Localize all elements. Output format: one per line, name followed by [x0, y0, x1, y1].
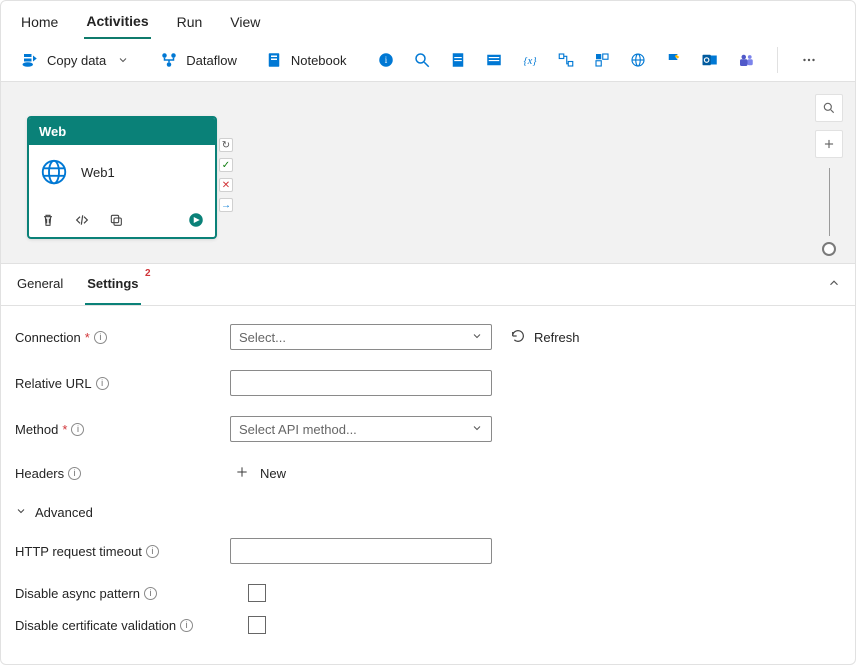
timeout-label: HTTP request timeout	[15, 544, 142, 559]
disable-async-label: Disable async pattern	[15, 586, 140, 601]
code-icon[interactable]	[73, 211, 91, 229]
handle-completion-icon[interactable]: →	[219, 198, 233, 212]
plus-icon	[234, 464, 250, 483]
pipeline-canvas[interactable]: Web Web1 ↻ ✓	[1, 82, 855, 264]
chevron-down-icon	[471, 330, 483, 345]
info-circle-icon[interactable]: i	[377, 51, 395, 69]
activity-output-handles: ↻ ✓ ✕ →	[219, 138, 233, 212]
outlook-icon[interactable]	[701, 51, 719, 69]
settings-tab-bar: General Settings 2	[1, 264, 855, 306]
advanced-section-toggle[interactable]: Advanced	[15, 505, 841, 520]
chevron-down-icon	[471, 422, 483, 437]
chevron-down-icon	[15, 505, 27, 520]
dataflow-label: Dataflow	[186, 53, 237, 68]
info-icon[interactable]: i	[146, 545, 159, 558]
top-tabs: Home Activities Run View	[1, 1, 855, 39]
method-select[interactable]: Select API method...	[230, 416, 492, 442]
dataflow-button[interactable]: Dataflow	[154, 47, 243, 73]
settings-form: Connection * i Select... Refresh Relativ…	[1, 306, 855, 664]
connection-placeholder: Select...	[239, 330, 286, 345]
delete-icon[interactable]	[39, 211, 57, 229]
required-mark: *	[62, 422, 67, 437]
document-icon[interactable]	[449, 51, 467, 69]
relative-url-input[interactable]	[230, 370, 492, 396]
new-header-button[interactable]: New	[230, 462, 290, 485]
dataflow-icon	[160, 51, 178, 69]
search-icon[interactable]	[413, 51, 431, 69]
info-icon[interactable]: i	[96, 377, 109, 390]
globe-icon[interactable]	[629, 51, 647, 69]
copy-data-label: Copy data	[47, 53, 106, 68]
refresh-label: Refresh	[534, 330, 580, 345]
chevron-down-icon	[114, 51, 132, 69]
new-label: New	[260, 466, 286, 481]
template-icon[interactable]	[593, 51, 611, 69]
zoom-slider-knob[interactable]	[822, 242, 836, 256]
svg-text:{x}: {x}	[523, 56, 537, 67]
list-icon[interactable]	[485, 51, 503, 69]
notebook-icon	[265, 51, 283, 69]
tab-general[interactable]: General	[15, 264, 65, 305]
disable-cert-label: Disable certificate validation	[15, 618, 176, 633]
timeout-input[interactable]	[230, 538, 492, 564]
disable-async-checkbox[interactable]	[248, 584, 266, 602]
copy-data-icon	[21, 51, 39, 69]
web-activity-icon	[39, 157, 69, 187]
method-placeholder: Select API method...	[239, 422, 357, 437]
activity-type-label: Web	[29, 118, 215, 145]
tab-home[interactable]: Home	[19, 10, 60, 38]
flow-icon[interactable]	[557, 51, 575, 69]
refresh-button[interactable]: Refresh	[510, 328, 580, 347]
collapse-panel-icon[interactable]	[827, 276, 841, 293]
info-icon[interactable]: i	[180, 619, 193, 632]
info-icon[interactable]: i	[68, 467, 81, 480]
method-label: Method	[15, 422, 58, 437]
handle-retry-icon[interactable]: ↻	[219, 138, 233, 152]
run-activity-icon[interactable]	[187, 211, 205, 229]
toolbar-icon-row: i {x}	[377, 47, 818, 73]
tab-settings-label: Settings	[87, 276, 138, 291]
web-activity-card[interactable]: Web Web1	[27, 116, 217, 239]
more-icon[interactable]	[800, 51, 818, 69]
settings-badge: 2	[145, 268, 151, 279]
info-icon[interactable]: i	[144, 587, 157, 600]
copy-data-button[interactable]: Copy data	[15, 47, 138, 73]
tab-settings[interactable]: Settings 2	[85, 264, 140, 305]
teams-icon[interactable]	[737, 51, 755, 69]
relative-url-label: Relative URL	[15, 376, 92, 391]
handle-fail-icon[interactable]: ✕	[219, 178, 233, 192]
info-icon[interactable]: i	[71, 423, 84, 436]
required-mark: *	[85, 330, 90, 345]
connection-select[interactable]: Select...	[230, 324, 492, 350]
flag-icon[interactable]	[665, 51, 683, 69]
canvas-add-icon[interactable]	[815, 130, 843, 158]
activity-name: Web1	[81, 165, 115, 180]
copy-icon[interactable]	[107, 211, 125, 229]
tab-run[interactable]: Run	[175, 10, 205, 38]
canvas-search-icon[interactable]	[815, 94, 843, 122]
disable-cert-checkbox[interactable]	[248, 616, 266, 634]
advanced-label: Advanced	[35, 505, 93, 520]
variable-icon[interactable]: {x}	[521, 51, 539, 69]
connection-label: Connection	[15, 330, 81, 345]
tab-activities[interactable]: Activities	[84, 9, 150, 39]
tab-view[interactable]: View	[228, 10, 262, 38]
toolbar-separator	[777, 47, 778, 73]
refresh-icon	[510, 328, 526, 347]
headers-label: Headers	[15, 466, 64, 481]
notebook-label: Notebook	[291, 53, 347, 68]
notebook-button[interactable]: Notebook	[259, 47, 353, 73]
info-icon[interactable]: i	[94, 331, 107, 344]
toolbar: Copy data Dataflow Notebook i {x}	[1, 39, 855, 82]
canvas-controls	[815, 94, 843, 256]
handle-success-icon[interactable]: ✓	[219, 158, 233, 172]
zoom-slider-track[interactable]	[829, 168, 830, 236]
